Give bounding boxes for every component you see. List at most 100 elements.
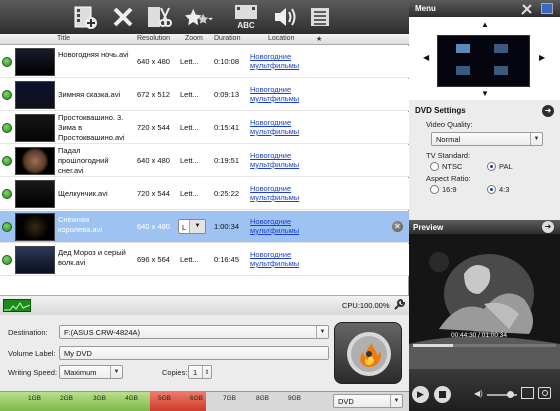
- table-row[interactable]: Щелкунчик.avi 720 x 544 Lett... 0:25:22 …: [0, 178, 409, 210]
- menu-prev-arrow-icon[interactable]: ◀: [423, 53, 429, 62]
- row-location-link[interactable]: Новогодние мультфильмы: [250, 151, 320, 169]
- chevron-down-icon[interactable]: ▼: [189, 220, 205, 233]
- checked-icon[interactable]: [2, 123, 12, 133]
- disc-type-select[interactable]: DVD ▼: [333, 394, 403, 408]
- video-thumbnail: [15, 81, 55, 109]
- snapshot-folder-icon[interactable]: [521, 387, 534, 399]
- tv-standard-label: TV Standard:: [426, 151, 471, 160]
- pal-label: PAL: [499, 162, 513, 171]
- col-zoom[interactable]: Zoom: [185, 35, 203, 42]
- col-resolution[interactable]: Resolution: [137, 35, 170, 42]
- menu-thumbnail[interactable]: [437, 35, 530, 87]
- menu-down-arrow-icon[interactable]: ▼: [481, 89, 489, 98]
- checked-icon[interactable]: [2, 57, 12, 67]
- row-duration: 0:19:51: [214, 156, 240, 165]
- ntsc-radio[interactable]: [430, 162, 439, 171]
- video-quality-label: Video Quality:: [426, 120, 473, 129]
- checked-icon[interactable]: [2, 90, 12, 100]
- audio-icon[interactable]: [271, 3, 299, 31]
- add-file-icon[interactable]: [71, 3, 99, 31]
- row-zoom[interactable]: Lett...: [180, 57, 199, 66]
- col-location[interactable]: Location: [268, 35, 294, 42]
- subtitle-icon[interactable]: ABC: [232, 3, 260, 31]
- camera-icon[interactable]: [538, 387, 551, 399]
- right-panel: Menu ▲ ◀ ▶ ▼ DVD Settings ➜ Video Qualit…: [409, 0, 560, 411]
- table-row[interactable]: Дед Мороз и серый волк.avi 696 x 564 Let…: [0, 244, 409, 276]
- video-quality-select[interactable]: Normal ▼: [431, 132, 543, 146]
- checked-icon[interactable]: [2, 222, 12, 232]
- video-thumbnail: [15, 114, 55, 142]
- seek-bar[interactable]: [413, 344, 556, 347]
- table-row[interactable]: Новогодняя ночь.avi 640 x 480 Lett... 0:…: [0, 46, 409, 78]
- status-bar: CPU:100.00%: [0, 295, 409, 315]
- capacity-tick: 9GB: [288, 395, 302, 402]
- row-zoom[interactable]: Lett...: [180, 90, 199, 99]
- remove-row-icon[interactable]: ✕: [392, 221, 403, 232]
- row-location-link[interactable]: Новогодние мультфильмы: [250, 118, 320, 136]
- row-location-link[interactable]: Новогодние мультфильмы: [250, 217, 320, 235]
- col-star[interactable]: ★: [316, 35, 322, 43]
- cut-icon[interactable]: [145, 3, 173, 31]
- chevron-down-icon[interactable]: ▼: [316, 326, 328, 338]
- playback-time: 00:44:30 / 01:00:34: [451, 332, 508, 339]
- table-row[interactable]: Зимняя сказка.avi 672 x 512 Lett... 0:09…: [0, 79, 409, 111]
- chapters-icon[interactable]: [306, 3, 334, 31]
- row-duration: 0:16:45: [214, 255, 240, 264]
- row-location-link[interactable]: Новогодние мультфильмы: [250, 184, 320, 202]
- volume-slider[interactable]: [487, 391, 517, 398]
- pal-radio[interactable]: [487, 162, 496, 171]
- row-zoom[interactable]: Lett...: [180, 255, 199, 264]
- row-zoom[interactable]: Lett...: [180, 189, 199, 198]
- capacity-tick: 1GB: [28, 395, 42, 402]
- chevron-down-icon[interactable]: ▼: [110, 366, 122, 378]
- chevron-down-icon[interactable]: ▼: [530, 133, 542, 145]
- disc-type-value: DVD: [338, 397, 354, 406]
- play-icon[interactable]: ▶: [412, 386, 429, 403]
- row-zoom[interactable]: Lett...: [180, 123, 199, 132]
- remove-icon[interactable]: [109, 3, 137, 31]
- row-zoom[interactable]: Lett...: [180, 156, 199, 165]
- menu-next-arrow-icon[interactable]: ▶: [539, 53, 545, 62]
- zoom-select[interactable]: L ▼: [178, 219, 206, 234]
- checked-icon[interactable]: [2, 156, 12, 166]
- table-row[interactable]: Падал прошлогодний снег.avi 640 x 480 Le…: [0, 145, 409, 177]
- ratio-4-3-label: 4:3: [499, 185, 510, 194]
- col-title[interactable]: Title: [57, 35, 70, 42]
- ratio-16-9-radio[interactable]: [430, 185, 439, 194]
- expand-arrow-icon[interactable]: ➜: [542, 221, 554, 233]
- capacity-tick: 7GB: [223, 395, 237, 402]
- video-thumbnail: [15, 147, 55, 175]
- expand-arrow-icon[interactable]: ➜: [542, 105, 554, 117]
- col-duration[interactable]: Duration: [214, 35, 240, 42]
- row-location-link[interactable]: Новогодние мультфильмы: [250, 85, 320, 103]
- table-row-selected[interactable]: Снежная королева.avi 640 x 480 L ▼ 1:00:…: [0, 211, 409, 243]
- effects-icon[interactable]: [185, 3, 213, 31]
- capacity-tick: 3GB: [93, 395, 107, 402]
- main-toolbar: ABC: [0, 0, 409, 34]
- settings-wrench-icon[interactable]: [393, 298, 406, 311]
- destination-select[interactable]: F:(ASUS CRW-4824A) ▼: [59, 325, 329, 339]
- menu-template-icon[interactable]: [541, 3, 553, 14]
- writing-speed-value: Maximum: [64, 368, 97, 377]
- row-location-link[interactable]: Новогодние мультфильмы: [250, 52, 320, 70]
- menu-up-arrow-icon[interactable]: ▲: [481, 20, 489, 29]
- row-resolution: 640 x 480: [137, 156, 170, 165]
- edit-menu-icon[interactable]: [521, 3, 533, 15]
- copies-stepper[interactable]: 1 ⇕: [188, 365, 212, 379]
- writing-speed-select[interactable]: Maximum ▼: [59, 365, 123, 379]
- row-location-link[interactable]: Новогодние мультфильмы: [250, 250, 320, 268]
- row-title: Простоквашино. 3. Зима в Простоквашино.a…: [58, 113, 125, 142]
- writing-speed-label: Writing Speed:: [8, 368, 58, 377]
- checked-icon[interactable]: [2, 255, 12, 265]
- table-row[interactable]: Простоквашино. 3. Зима в Простоквашино.a…: [0, 112, 409, 144]
- volume-thumb[interactable]: [507, 391, 514, 398]
- stop-icon[interactable]: [434, 386, 451, 403]
- row-resolution: 720 x 544: [137, 123, 170, 132]
- checked-icon[interactable]: [2, 189, 12, 199]
- ratio-4-3-radio[interactable]: [487, 185, 496, 194]
- burn-button[interactable]: [334, 322, 402, 384]
- chevron-down-icon[interactable]: ▼: [390, 395, 402, 407]
- stepper-arrows-icon[interactable]: ⇕: [202, 366, 211, 378]
- volume-icon[interactable]: ◀): [474, 389, 483, 398]
- volume-label-input[interactable]: My DVD: [59, 346, 329, 360]
